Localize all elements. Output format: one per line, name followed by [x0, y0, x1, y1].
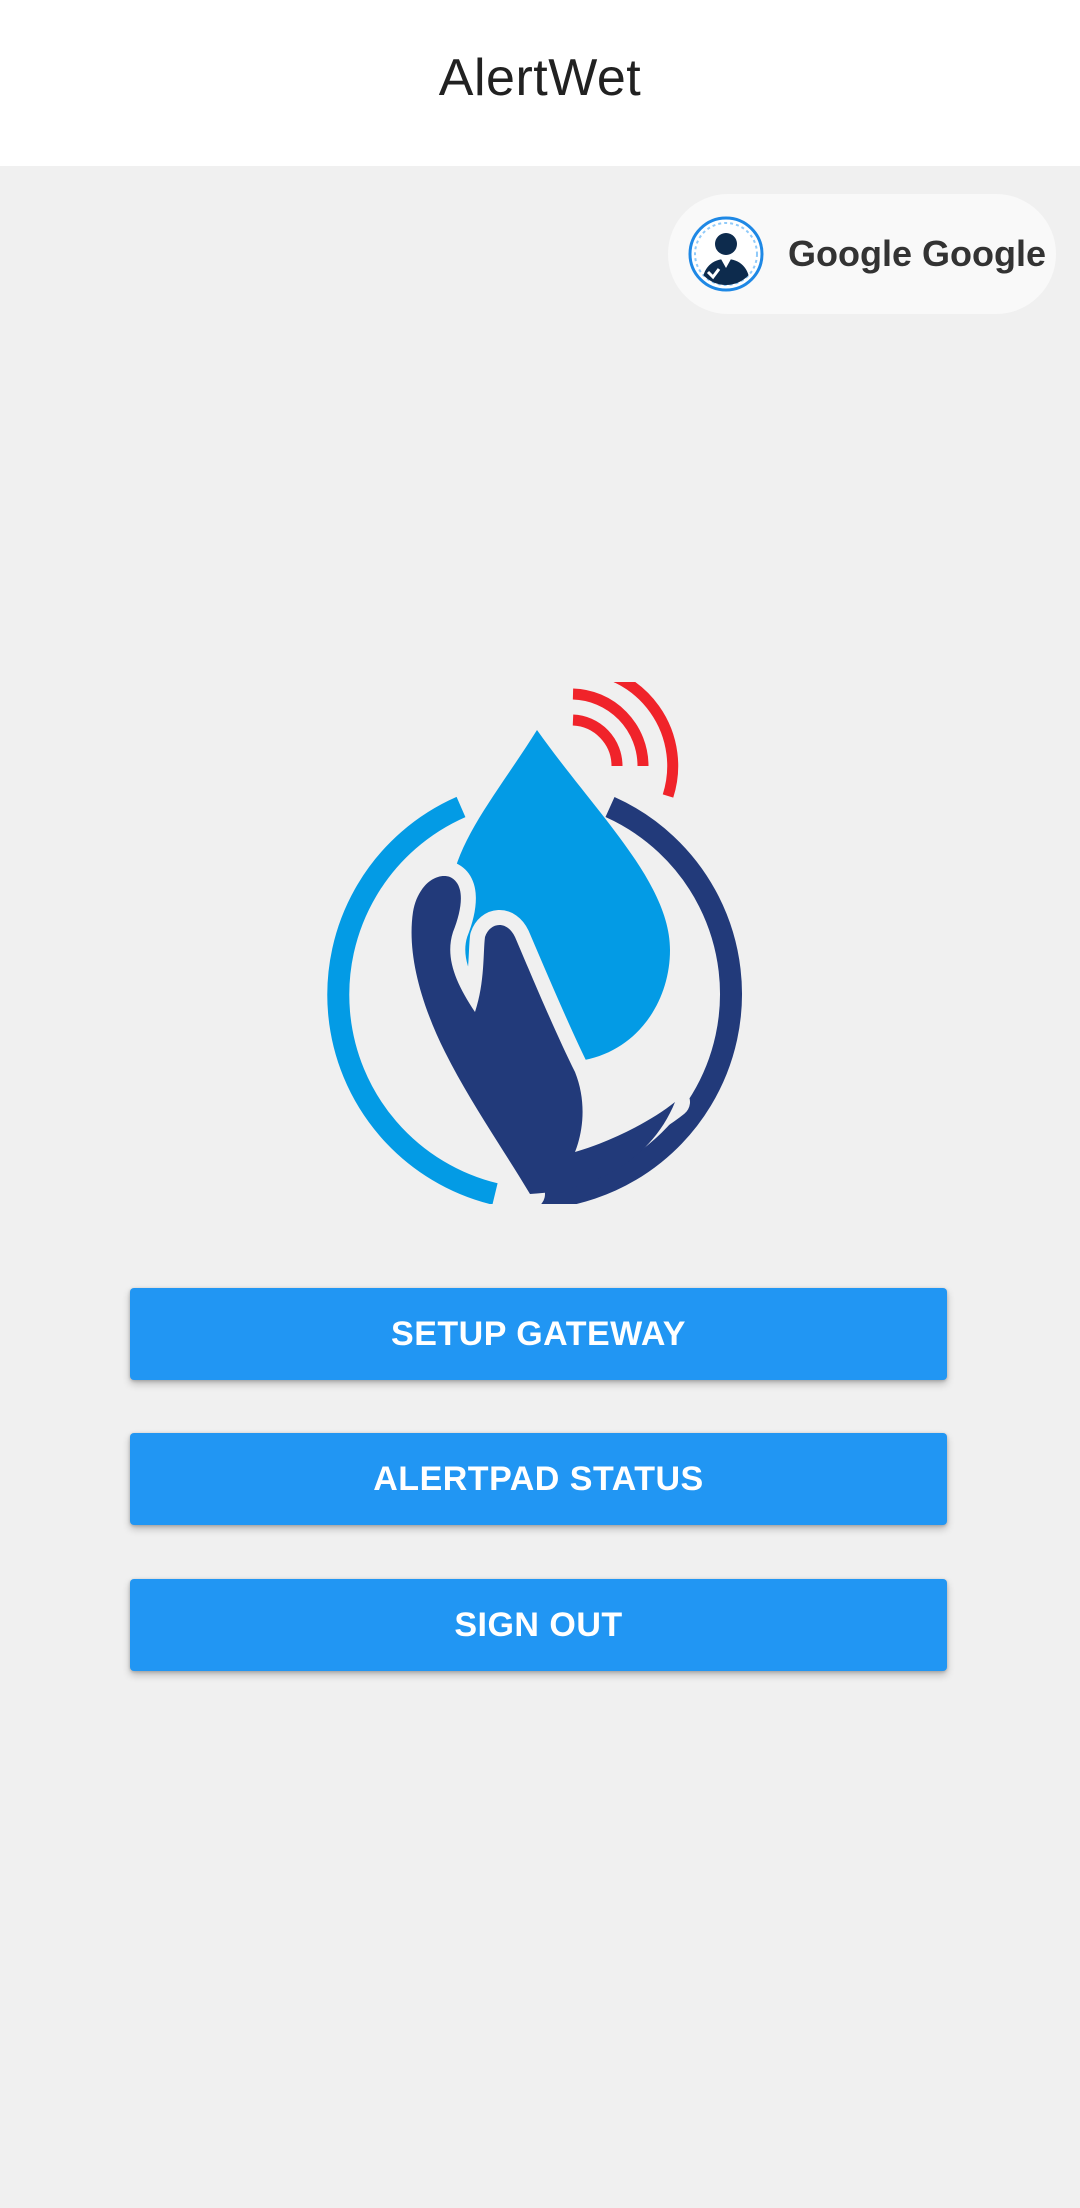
app-screen: AlertWet Google Google SETUP GATEWAY ALE…: [0, 0, 1080, 2208]
sign-out-button[interactable]: SIGN OUT: [130, 1579, 947, 1671]
app-bar: AlertWet: [0, 0, 1080, 166]
account-chip[interactable]: Google Google: [668, 194, 1056, 314]
user-avatar-icon: [688, 216, 764, 292]
setup-gateway-button[interactable]: SETUP GATEWAY: [130, 1288, 947, 1380]
account-name: Google Google: [788, 233, 1046, 274]
app-title: AlertWet: [438, 49, 642, 107]
alertpad-status-button[interactable]: ALERTPAD STATUS: [130, 1433, 947, 1525]
water-drop-hand-wifi-logo: [325, 662, 745, 1211]
